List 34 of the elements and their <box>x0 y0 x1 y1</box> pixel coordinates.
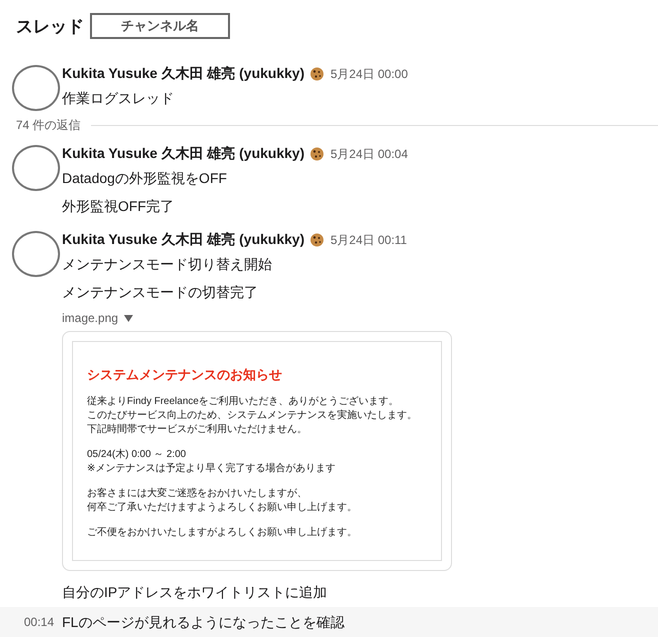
author-name[interactable]: Kukita Yusuke 久木田 雄亮 (yukukky) <box>62 145 304 163</box>
notice-text: このたびサービス向上のため、システムメンテナンスを実施いたします。 <box>87 409 418 423</box>
notice-title: システムメンテナンスのお知らせ <box>87 366 283 384</box>
author-name[interactable]: Kukita Yusuke 久木田 雄亮 (yukukky) <box>62 231 304 249</box>
message-text: メンテナンスモード切り替え開始 <box>62 255 273 274</box>
notice-text: お客さまには大変ご迷惑をおかけいたしますが、 <box>87 487 308 501</box>
caret-icon[interactable] <box>124 314 134 322</box>
notice-text: 従来よりFindy Freelanceをご利用いただき、ありがとうございます。 <box>87 395 400 409</box>
file-name[interactable]: image.png <box>62 311 118 325</box>
message-text: FLのページが見れるようになったことを確認 <box>62 613 346 632</box>
author-name[interactable]: Kukita Yusuke 久木田 雄亮 (yukukky) <box>62 65 304 83</box>
channel-name[interactable]: チャンネル名 <box>90 13 230 39</box>
message-text: メンテナンスモードの切替完了 <box>62 283 259 302</box>
message-time[interactable]: 00:14 <box>24 615 54 629</box>
avatar[interactable] <box>12 65 60 111</box>
reply-count: 74 件の返信 <box>16 116 81 134</box>
avatar[interactable] <box>12 231 60 277</box>
message-time[interactable]: 5月24日 00:04 <box>330 146 408 162</box>
message-text: 自分のIPアドレスをホワイトリストに追加 <box>62 583 328 602</box>
message-text: 作業ログスレッド <box>62 89 175 108</box>
cookie-icon <box>310 147 324 161</box>
message-time[interactable]: 5月24日 00:11 <box>330 232 407 248</box>
notice-text: ※メンテナンスは予定より早く完了する場合があります <box>87 462 336 476</box>
message-text: 外形監視OFF完了 <box>62 197 175 216</box>
cookie-icon <box>310 233 324 247</box>
thread-title: スレッド <box>16 16 84 38</box>
message-text: Datadogの外形監視をOFF <box>62 169 228 188</box>
notice-text: 下記時間帯でサービスがご利用いただけません。 <box>87 423 308 437</box>
message-time[interactable]: 5月24日 00:00 <box>330 66 408 82</box>
notice-text: 05/24(木) 0:00 ～ 2:00 <box>87 448 187 462</box>
notice-text: ご不便をおかけいたしますがよろしくお願い申し上げます。 <box>87 526 358 540</box>
avatar[interactable] <box>12 145 60 191</box>
cookie-icon <box>310 67 324 81</box>
notice-text: 何卒ご了承いただけますようよろしくお願い申し上げます。 <box>87 501 358 515</box>
